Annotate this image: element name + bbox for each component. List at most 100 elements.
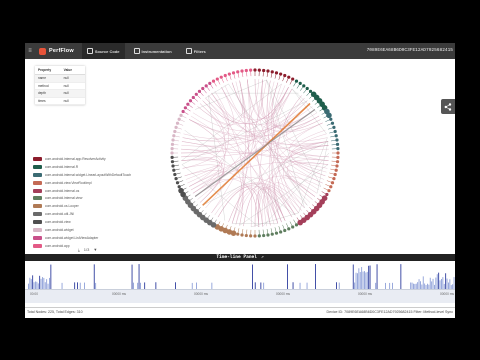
graph-node[interactable]	[174, 125, 178, 129]
graph-node[interactable]	[326, 112, 332, 119]
graph-node[interactable]	[253, 234, 257, 238]
graph-node[interactable]	[175, 181, 180, 185]
graph-node[interactable]	[211, 79, 216, 83]
legend-item[interactable]: com.android.internal.view	[33, 194, 131, 202]
graph-node[interactable]	[183, 106, 187, 110]
graph-node[interactable]	[329, 185, 333, 189]
graph-node[interactable]	[181, 109, 185, 114]
graph-node[interactable]	[240, 69, 244, 73]
graph-node[interactable]	[335, 138, 339, 142]
graph-node[interactable]	[270, 70, 274, 74]
nav-filters[interactable]: Filters	[181, 43, 211, 59]
graph-node[interactable]	[298, 81, 302, 85]
graph-node[interactable]	[170, 160, 175, 164]
legend-item[interactable]: com.android.internal.widget.LinearLayout…	[33, 171, 131, 179]
graph-node[interactable]	[177, 185, 181, 189]
nav-source-code[interactable]: Source Code	[81, 43, 125, 59]
graph-node[interactable]	[332, 177, 336, 181]
popout-icon[interactable]: ⇗	[261, 255, 264, 260]
graph-node[interactable]	[335, 164, 339, 168]
legend-item[interactable]: com.android.os.Looper	[33, 202, 131, 210]
graph-node[interactable]	[262, 233, 266, 238]
timeline-chart[interactable]	[25, 262, 455, 289]
graph-node[interactable]	[335, 142, 340, 146]
graph-node[interactable]	[330, 181, 335, 185]
graph-node[interactable]	[175, 121, 180, 125]
graph-node[interactable]	[333, 172, 337, 177]
graph-node[interactable]	[336, 147, 340, 151]
graph-node[interactable]	[266, 69, 270, 73]
menu-icon[interactable]: ≡	[25, 43, 35, 59]
graph-node[interactable]	[197, 89, 202, 93]
graph-node[interactable]	[336, 155, 340, 159]
graph-node[interactable]	[170, 142, 175, 146]
graph-node[interactable]	[208, 81, 212, 85]
graph-node[interactable]	[334, 134, 338, 138]
graph-node[interactable]	[186, 102, 190, 106]
graph-node[interactable]	[291, 225, 295, 229]
graph-node[interactable]	[274, 231, 279, 235]
graph-node[interactable]	[329, 117, 333, 121]
graph-node[interactable]	[174, 177, 178, 181]
download-icon[interactable]: ⤓	[78, 247, 80, 252]
graph-node[interactable]	[170, 147, 174, 151]
legend-item[interactable]: com.android.view	[33, 218, 131, 226]
graph-node[interactable]	[294, 223, 299, 227]
graph-node[interactable]	[279, 72, 283, 76]
graph-node[interactable]	[253, 68, 257, 72]
legend-item[interactable]: com.android.internal.os	[33, 187, 131, 195]
graph-node[interactable]	[240, 233, 244, 237]
graph-node[interactable]	[334, 168, 338, 172]
legend-item[interactable]: com.android.view.ViewRootImpl	[33, 179, 131, 187]
legend-item[interactable]: com.android.widget.ListViewAdapter	[33, 234, 131, 242]
timeline-ruler[interactable]: 00:00 00000 ms 00000 ms 00000 ms 00000 ms 000…	[25, 289, 455, 303]
graph-node[interactable]	[279, 230, 283, 234]
graph-node[interactable]	[327, 189, 331, 193]
graph-node[interactable]	[333, 129, 337, 134]
graph-node[interactable]	[170, 155, 174, 159]
graph-node[interactable]	[330, 121, 335, 125]
call-graph[interactable]	[155, 61, 355, 251]
graph-node[interactable]	[194, 92, 198, 96]
graph-node[interactable]	[294, 79, 299, 83]
graph-node[interactable]	[219, 75, 223, 79]
graph-node[interactable]	[244, 68, 248, 73]
graph-node[interactable]	[335, 160, 340, 164]
filter-dropdown-icon[interactable]: ▼	[93, 247, 97, 252]
graph-node[interactable]	[236, 232, 240, 236]
graph-node[interactable]	[231, 71, 236, 75]
graph-node[interactable]	[283, 73, 287, 78]
graph-node[interactable]	[204, 84, 208, 88]
legend-item[interactable]: com.android.internal.app.ResolverActivit…	[33, 155, 131, 163]
graph-node[interactable]	[336, 151, 340, 155]
graph-node[interactable]	[227, 72, 231, 76]
graph-node[interactable]	[178, 187, 184, 194]
graph-node[interactable]	[249, 234, 253, 238]
graph-node[interactable]	[283, 228, 287, 233]
graph-node[interactable]	[244, 233, 248, 238]
graph-node[interactable]	[257, 234, 261, 238]
graph-node[interactable]	[325, 192, 329, 197]
graph-node[interactable]	[171, 138, 175, 142]
graph-node[interactable]	[332, 125, 336, 129]
graph-node[interactable]	[223, 73, 227, 78]
graph-node[interactable]	[188, 99, 193, 103]
legend-item[interactable]: com.android.widget	[33, 226, 131, 234]
graph-node[interactable]	[302, 84, 306, 88]
graph-node[interactable]	[287, 227, 291, 231]
nav-instrumentation[interactable]: Instrumentation	[129, 43, 177, 59]
graph-node[interactable]	[173, 129, 177, 134]
graph-node[interactable]	[297, 219, 304, 226]
share-button[interactable]	[441, 99, 455, 114]
graph-node[interactable]	[236, 70, 240, 74]
graph-node[interactable]	[215, 77, 219, 81]
graph-node[interactable]	[270, 232, 274, 236]
graph-node[interactable]	[262, 68, 266, 73]
legend-item[interactable]: com.android.util.JNI	[33, 210, 131, 218]
graph-node[interactable]	[249, 68, 253, 72]
legend-item[interactable]: com.android.internal.R	[33, 163, 131, 171]
graph-node[interactable]	[191, 95, 195, 100]
graph-node[interactable]	[173, 172, 177, 177]
graph-node[interactable]	[179, 113, 183, 117]
graph-node[interactable]	[177, 117, 181, 121]
